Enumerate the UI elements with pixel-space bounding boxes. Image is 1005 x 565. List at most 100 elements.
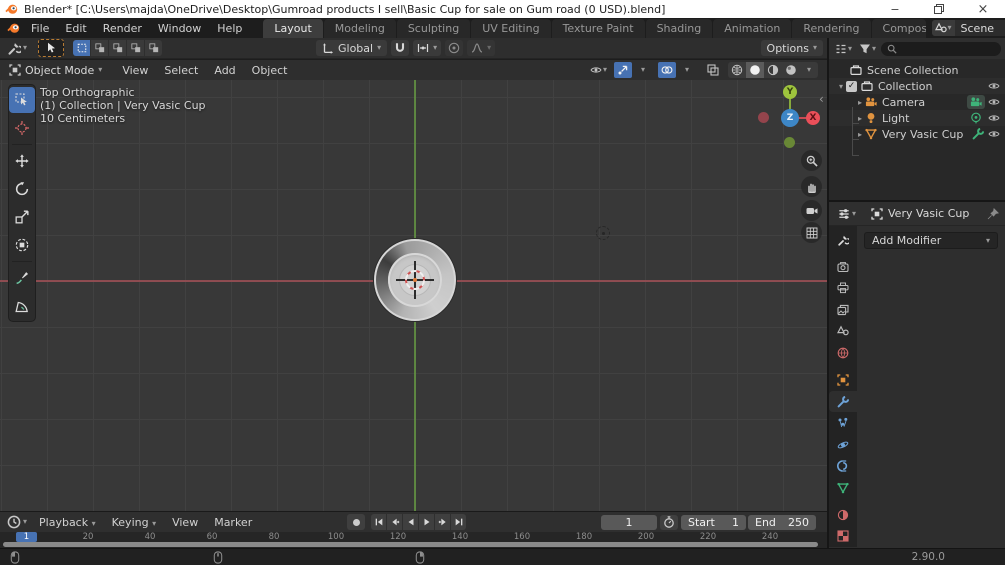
play-button[interactable] xyxy=(419,514,434,530)
tab-sculpting[interactable]: Sculpting xyxy=(396,19,471,38)
viewport-menu-select[interactable]: Select xyxy=(156,64,206,77)
tab-compositing[interactable]: Compos xyxy=(871,19,926,38)
auto-keying-toggle[interactable] xyxy=(347,514,365,530)
xray-toggle[interactable] xyxy=(704,62,722,78)
outliner-search-input[interactable] xyxy=(881,41,1001,56)
props-tab-world[interactable] xyxy=(829,342,857,364)
axis-y-ball[interactable]: Y xyxy=(783,85,797,99)
restore-button[interactable] xyxy=(917,0,961,18)
timeline-menu-playback[interactable]: Playback ▾ xyxy=(31,516,104,529)
axis-y-negative-ball[interactable] xyxy=(784,137,795,148)
modifier-wrench-icon[interactable] xyxy=(972,128,984,140)
props-tab-object[interactable] xyxy=(829,369,857,391)
jump-to-end-button[interactable] xyxy=(451,514,466,530)
expand-icon[interactable]: ▸ xyxy=(855,98,865,107)
timeline-menu-marker[interactable]: Marker xyxy=(206,516,260,529)
timeline-ruler[interactable]: 20 40 60 80 100 120 140 160 180 200 220 … xyxy=(0,532,827,542)
transform-orientation-dropdown[interactable]: Global ▾ xyxy=(316,40,388,56)
proportional-falloff-dropdown[interactable]: ▾ xyxy=(467,40,496,56)
camera-data-badge[interactable] xyxy=(967,95,985,109)
menu-edit[interactable]: Edit xyxy=(57,22,94,35)
frame-start-field[interactable]: Start 1 xyxy=(681,514,746,530)
scene-browse-button[interactable]: ▾ xyxy=(931,20,955,36)
object-visibility-dropdown[interactable]: ▾ xyxy=(589,62,608,78)
hide-toggle-eye-icon[interactable] xyxy=(988,80,1000,92)
shading-rendered-button[interactable] xyxy=(782,62,800,78)
playhead[interactable]: 1 xyxy=(16,532,37,542)
props-tab-physics[interactable] xyxy=(829,434,857,456)
tool-move[interactable] xyxy=(9,148,35,174)
tab-rendering[interactable]: Rendering xyxy=(792,19,871,38)
options-button[interactable]: Options ▾ xyxy=(760,40,823,56)
viewport-menu-object[interactable]: Object xyxy=(244,64,296,77)
scene-name-field[interactable]: Scene xyxy=(955,22,1005,35)
tab-animation[interactable]: Animation xyxy=(713,19,792,38)
active-tool-button[interactable] xyxy=(38,39,65,57)
shading-material-button[interactable] xyxy=(764,62,782,78)
outliner-display-mode-button[interactable]: ▾ xyxy=(833,43,854,55)
tab-texture-paint[interactable]: Texture Paint xyxy=(551,19,645,38)
light-data-icon[interactable] xyxy=(967,112,985,124)
props-tab-object-data[interactable] xyxy=(829,477,857,499)
overlays-dropdown[interactable]: ▾ xyxy=(678,62,696,78)
menu-render[interactable]: Render xyxy=(95,22,150,35)
collection-checkbox[interactable]: ✓ xyxy=(846,80,857,92)
close-button[interactable]: × xyxy=(961,0,1005,18)
light-object-gizmo[interactable] xyxy=(596,226,610,240)
minimize-button[interactable]: − xyxy=(873,0,917,18)
props-tab-modifiers[interactable] xyxy=(829,390,857,413)
timeline-editor-type-button[interactable]: ▾ xyxy=(3,515,31,529)
hide-toggle-eye-icon[interactable] xyxy=(988,96,1000,108)
snap-toggle[interactable] xyxy=(391,40,410,56)
timeline-scrollbar[interactable] xyxy=(3,542,818,547)
expand-icon[interactable]: ▸ xyxy=(855,130,865,139)
select-mode-set[interactable] xyxy=(73,40,91,56)
tool-cursor[interactable] xyxy=(9,115,35,141)
viewport-menu-add[interactable]: Add xyxy=(206,64,243,77)
tool-measure[interactable] xyxy=(9,293,35,319)
select-mode-intersect[interactable] xyxy=(145,40,163,56)
shading-wireframe-button[interactable] xyxy=(728,62,746,78)
tool-rotate[interactable] xyxy=(9,176,35,202)
hide-toggle-eye-icon[interactable] xyxy=(988,128,1000,140)
props-tab-render[interactable] xyxy=(829,256,857,278)
tab-shading[interactable]: Shading xyxy=(645,19,713,38)
tab-layout[interactable]: Layout xyxy=(263,19,323,38)
current-frame-field[interactable]: 1 xyxy=(601,514,657,530)
tab-uv-editing[interactable]: UV Editing xyxy=(471,19,551,38)
use-preview-range-toggle[interactable] xyxy=(660,514,678,530)
select-mode-extend[interactable] xyxy=(91,40,109,56)
expand-icon[interactable]: ▾ xyxy=(836,82,846,91)
gizmos-dropdown[interactable]: ▾ xyxy=(634,62,652,78)
props-tab-particles[interactable] xyxy=(829,412,857,434)
shading-dropdown[interactable]: ▾ xyxy=(800,62,818,78)
props-tab-material[interactable] xyxy=(829,504,857,526)
add-modifier-dropdown[interactable]: Add Modifier ▾ xyxy=(864,232,998,249)
axis-x-ball[interactable]: X xyxy=(806,111,820,125)
viewport-menu-view[interactable]: View xyxy=(114,64,156,77)
select-mode-subtract[interactable] xyxy=(109,40,127,56)
shading-solid-button[interactable] xyxy=(746,62,764,78)
snap-target-dropdown[interactable]: ▾ xyxy=(413,40,442,56)
expand-icon[interactable]: ▸ xyxy=(855,114,865,123)
jump-to-start-button[interactable] xyxy=(371,514,386,530)
props-tab-scene[interactable] xyxy=(829,321,857,343)
outliner-row-scene-collection[interactable]: Scene Collection xyxy=(829,62,1005,78)
editor-type-button[interactable]: ▾ xyxy=(3,41,31,55)
props-tab-output[interactable] xyxy=(829,278,857,300)
overlays-toggle[interactable] xyxy=(658,62,676,78)
outliner-row-camera[interactable]: ▸ Camera xyxy=(829,94,1005,110)
props-tab-constraints[interactable] xyxy=(829,455,857,477)
timeline-menu-view[interactable]: View xyxy=(164,516,206,529)
camera-view-button[interactable] xyxy=(801,200,822,221)
frame-end-field[interactable]: End 250 xyxy=(748,514,816,530)
properties-editor-type-button[interactable]: ▾ xyxy=(835,207,858,221)
axis-z-ball[interactable]: Z xyxy=(781,109,799,127)
menu-file[interactable]: File xyxy=(23,22,57,35)
mode-dropdown[interactable]: Object Mode ▾ xyxy=(5,64,106,77)
timeline-menu-keying[interactable]: Keying ▾ xyxy=(104,516,164,529)
blender-menu-icon[interactable] xyxy=(7,21,21,35)
tool-scale[interactable] xyxy=(9,204,35,230)
viewport-canvas[interactable]: Top Orthographic (1) Collection | Very V… xyxy=(0,80,827,511)
next-keyframe-button[interactable] xyxy=(435,514,450,530)
